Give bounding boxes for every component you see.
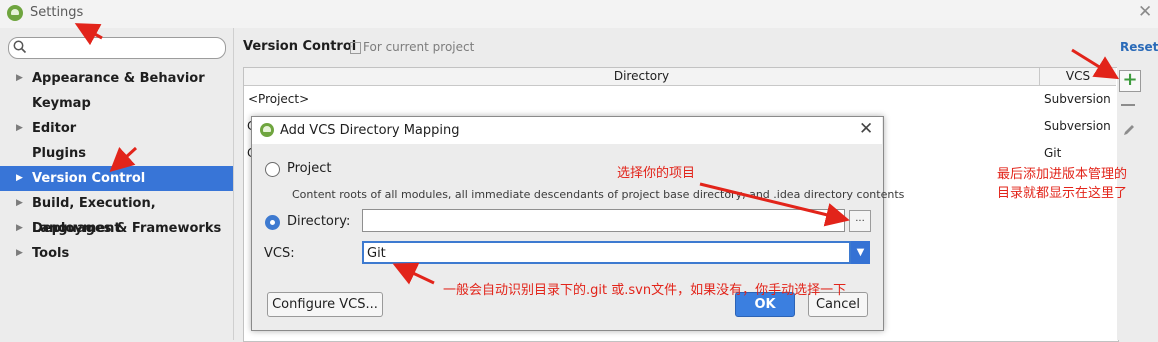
sidebar-item-label: Plugins (32, 146, 86, 161)
expand-arrow-icon[interactable]: ▶ (16, 191, 23, 216)
sidebar-item-label: Keymap (32, 96, 91, 111)
project-option-label[interactable]: Project (287, 161, 331, 176)
sidebar-item-label: Version Control (32, 171, 146, 186)
table-row-vcs[interactable]: Subversion (1044, 119, 1111, 133)
expand-arrow-icon[interactable]: ▶ (16, 216, 23, 241)
table-row-directory[interactable]: <Project> (248, 92, 309, 106)
window-title: Settings (30, 5, 84, 20)
sidebar-item-label: Editor (32, 121, 77, 136)
sidebar-item-plugins[interactable]: Plugins (0, 141, 233, 166)
sidebar-item-label: Languages & Frameworks (32, 221, 222, 236)
column-header-vcs[interactable]: VCS (1040, 68, 1116, 86)
sidebar-item-build-execution-deployment[interactable]: ▶ Build, Execution, Deployment (0, 191, 233, 236)
sidebar-item-keymap[interactable]: Keymap (0, 91, 233, 116)
table-row-vcs[interactable]: Git (1044, 146, 1061, 160)
close-icon[interactable]: ✕ (859, 119, 873, 139)
project-icon (350, 42, 361, 54)
vcs-select[interactable] (362, 241, 851, 264)
sidebar-item-appearance-behavior[interactable]: ▶ Appearance & Behavior (0, 66, 233, 91)
configure-vcs-button[interactable]: Configure VCS... (267, 292, 383, 317)
sidebar-item-label: Appearance & Behavior (32, 71, 205, 86)
edit-icon[interactable] (1121, 122, 1137, 138)
vcs-label: VCS: (264, 246, 295, 261)
directory-input[interactable] (362, 209, 845, 232)
annotation-added-note-line2: 目录就都显示在这里了 (997, 186, 1128, 201)
chevron-down-icon[interactable]: ▼ (851, 241, 870, 264)
search-input[interactable] (8, 37, 226, 59)
expand-arrow-icon[interactable]: ▶ (16, 166, 23, 191)
directory-radio[interactable] (265, 215, 280, 230)
close-icon[interactable]: ✕ (1138, 2, 1152, 22)
sidebar-item-languages-frameworks[interactable]: ▶ Languages & Frameworks (0, 216, 233, 241)
annotation-select-project: 选择你的项目 (617, 166, 696, 181)
add-icon[interactable]: + (1119, 70, 1141, 92)
sidebar-item-tools[interactable]: ▶ Tools (0, 241, 233, 266)
project-description: Content roots of all modules, all immedi… (292, 188, 905, 201)
android-studio-icon (7, 5, 23, 21)
vcs-selected-value[interactable]: Git (367, 246, 386, 261)
sidebar-item-version-control[interactable]: ▶ Version Control (0, 166, 233, 191)
annotation-added-note-line1: 最后添加进版本管理的 (997, 167, 1128, 182)
directory-option-label[interactable]: Directory: (287, 214, 350, 229)
annotation-vcs-note: 一般会自动识别目录下的.git 或.svn文件，如果没有，你手动选择一下 (443, 283, 847, 298)
page-title: Version Control (243, 39, 357, 54)
search-icon (13, 40, 27, 54)
table-toolbar (1117, 67, 1141, 340)
sidebar-item-editor[interactable]: ▶ Editor (0, 116, 233, 141)
reset-link[interactable]: Reset (1120, 40, 1158, 54)
project-radio[interactable] (265, 162, 280, 177)
remove-icon[interactable] (1121, 104, 1135, 106)
dialog-title: Add VCS Directory Mapping (280, 123, 460, 138)
column-header-directory[interactable]: Directory (244, 68, 1040, 86)
page-subtitle: For current project (363, 40, 475, 54)
table-row-vcs[interactable]: Subversion (1044, 92, 1111, 106)
android-studio-icon (260, 123, 274, 137)
expand-arrow-icon[interactable]: ▶ (16, 241, 23, 266)
title-bar (0, 0, 1158, 28)
expand-arrow-icon[interactable]: ▶ (16, 66, 23, 91)
browse-button[interactable]: ... (849, 210, 871, 232)
sidebar-item-label: Tools (32, 246, 70, 261)
expand-arrow-icon[interactable]: ▶ (16, 116, 23, 141)
